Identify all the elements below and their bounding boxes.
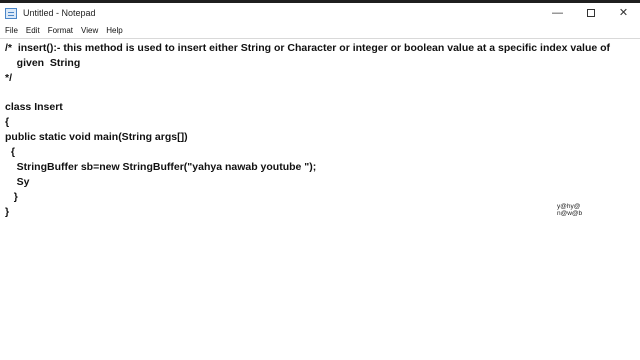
window-title: Untitled - Notepad xyxy=(23,8,96,18)
close-icon: ✕ xyxy=(618,6,629,19)
maximize-button[interactable] xyxy=(574,3,607,23)
notepad-icon xyxy=(5,7,17,19)
menu-bar: File Edit Format View Help xyxy=(0,23,640,38)
menu-file[interactable]: File xyxy=(0,26,22,35)
code-line: */ xyxy=(5,72,13,84)
text-editor[interactable]: /* insert():- this method is used to ins… xyxy=(0,38,640,360)
minimize-button[interactable]: — xyxy=(541,3,574,23)
code-line: public static void main(String args[]) xyxy=(5,131,188,143)
code-line: { xyxy=(5,116,10,128)
window-controls: — ✕ xyxy=(541,3,640,23)
minimize-icon: — xyxy=(552,6,563,19)
title-bar[interactable]: Untitled - Notepad — ✕ xyxy=(0,3,640,23)
code-line: } xyxy=(5,191,18,203)
overlay-note-line-2: n@w@b xyxy=(557,210,583,217)
menu-format[interactable]: Format xyxy=(44,26,77,35)
code-line: StringBuffer sb=new StringBuffer("yahya … xyxy=(5,161,317,173)
code-line: /* insert():- this method is used to ins… xyxy=(5,42,611,54)
close-button[interactable]: ✕ xyxy=(607,3,640,23)
code-line: { xyxy=(5,146,15,158)
code-line: } xyxy=(5,206,10,218)
menu-edit[interactable]: Edit xyxy=(22,26,44,35)
code-line: class Insert xyxy=(5,101,63,113)
code-line: given String xyxy=(5,57,81,69)
code-line: Sy xyxy=(5,176,30,188)
maximize-icon xyxy=(586,9,595,17)
menu-view[interactable]: View xyxy=(77,26,102,35)
menu-help[interactable]: Help xyxy=(102,26,126,35)
